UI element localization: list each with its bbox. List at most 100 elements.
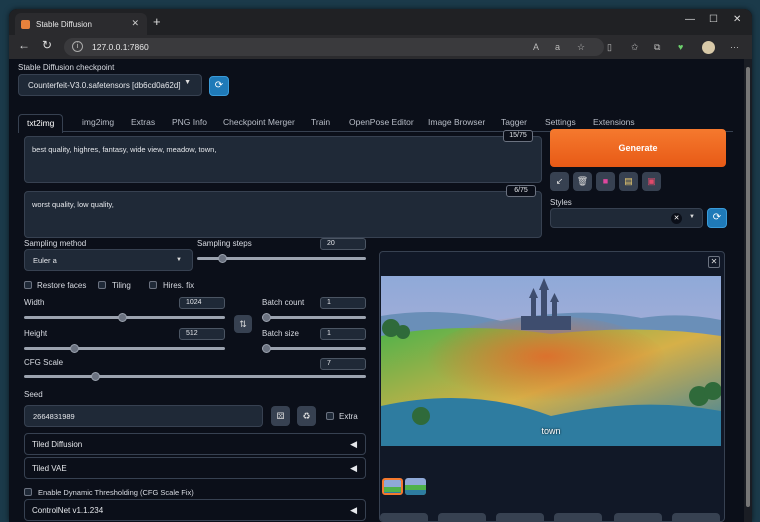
url-text: 127.0.0.1:7860 bbox=[92, 42, 149, 52]
tiling-checkbox[interactable] bbox=[98, 281, 106, 289]
slider-handle[interactable] bbox=[262, 313, 271, 322]
browser-essentials-icon[interactable]: ♥ bbox=[678, 42, 683, 52]
sampling-steps-slider[interactable] bbox=[197, 254, 366, 263]
gallery-action-button[interactable] bbox=[380, 513, 428, 521]
refresh-icon[interactable]: ↻ bbox=[42, 38, 52, 52]
chevron-down-icon: ▼ bbox=[184, 79, 191, 86]
batch-count-input[interactable]: 1 bbox=[320, 297, 366, 309]
controlnet-label: ControlNet v1.1.234 bbox=[32, 506, 104, 515]
generate-button[interactable]: Generate bbox=[550, 129, 726, 167]
gallery-action-button[interactable] bbox=[438, 513, 486, 521]
refresh-styles-button[interactable]: ⟳ bbox=[707, 208, 727, 228]
height-input[interactable]: 512 bbox=[179, 328, 225, 340]
slider-handle[interactable] bbox=[217, 254, 227, 263]
tiled-diffusion-accordion[interactable]: Tiled Diffusion ◀ bbox=[24, 433, 366, 455]
maximize-button[interactable]: ☐ bbox=[709, 14, 718, 25]
dynamic-thresholding-checkbox[interactable] bbox=[24, 488, 32, 496]
tab-settings[interactable]: Settings bbox=[545, 117, 576, 127]
clipboard-icon[interactable]: ▤ bbox=[619, 172, 638, 191]
cfg-scale-input[interactable]: 7 bbox=[320, 358, 366, 370]
height-slider[interactable] bbox=[24, 344, 225, 353]
styles-dropdown[interactable]: ✕ ▼ bbox=[550, 208, 703, 228]
tab-checkpoint-merger[interactable]: Checkpoint Merger bbox=[223, 117, 295, 127]
tab-img2img[interactable]: img2img bbox=[82, 117, 114, 127]
width-input[interactable]: 1024 bbox=[179, 297, 225, 309]
gallery-action-button[interactable] bbox=[614, 513, 662, 521]
profile-avatar[interactable] bbox=[702, 41, 715, 54]
sampling-method-label: Sampling method bbox=[24, 239, 87, 248]
controlnet-accordion[interactable]: ControlNet v1.1.234 ◀ bbox=[24, 499, 366, 521]
tab-tagger[interactable]: Tagger bbox=[501, 117, 527, 127]
gallery-action-button[interactable] bbox=[554, 513, 602, 521]
tab-extras[interactable]: Extras bbox=[131, 117, 155, 127]
favorite-star-icon[interactable]: ☆ bbox=[577, 42, 585, 53]
batch-size-slider[interactable] bbox=[262, 344, 366, 353]
extra-seed-checkbox[interactable] bbox=[326, 412, 334, 420]
sampling-method-dropdown[interactable]: Euler a ▼ bbox=[24, 249, 193, 271]
read-aloud-icon[interactable]: A bbox=[533, 42, 539, 52]
refresh-checkpoint-button[interactable]: ⟳ bbox=[209, 76, 229, 96]
thumbnail-image bbox=[384, 480, 401, 493]
tab-openpose-editor[interactable]: OpenPose Editor bbox=[349, 117, 414, 127]
title-bar: Stable Diffusion ✕ + — ☐ ✕ bbox=[9, 9, 752, 35]
restore-faces-checkbox[interactable] bbox=[24, 281, 32, 289]
gallery-thumbnail[interactable] bbox=[405, 478, 426, 495]
gallery-action-button[interactable] bbox=[496, 513, 544, 521]
read-params-icon[interactable]: ↙ bbox=[550, 172, 569, 191]
thumbnail-image bbox=[405, 478, 426, 495]
tiled-vae-accordion[interactable]: Tiled VAE ◀ bbox=[24, 457, 366, 479]
batch-count-slider[interactable] bbox=[262, 313, 366, 322]
slider-handle[interactable] bbox=[70, 344, 80, 353]
translate-icon[interactable]: a bbox=[555, 42, 560, 52]
height-label: Height bbox=[24, 329, 48, 338]
close-icon[interactable]: ✕ bbox=[708, 256, 720, 268]
close-window-button[interactable]: ✕ bbox=[733, 14, 741, 25]
page-scrollbar[interactable] bbox=[744, 59, 752, 522]
tab-train[interactable]: Train bbox=[311, 117, 330, 127]
tab-txt2img[interactable]: txt2img bbox=[18, 114, 64, 133]
save-style-icon[interactable]: ▣ bbox=[642, 172, 661, 191]
cfg-scale-slider[interactable] bbox=[24, 372, 366, 381]
gallery-action-button[interactable] bbox=[672, 513, 720, 521]
browser-tab[interactable]: Stable Diffusion ✕ bbox=[15, 13, 147, 35]
scrollbar-thumb[interactable] bbox=[746, 67, 750, 507]
seed-input[interactable]: 2664831989 bbox=[24, 405, 263, 427]
close-tab-icon[interactable]: ✕ bbox=[131, 18, 139, 29]
gallery-thumbnail[interactable] bbox=[382, 478, 403, 495]
minimize-button[interactable]: — bbox=[685, 14, 695, 25]
checkpoint-dropdown[interactable]: Counterfeit-V3.0.safetensors [db6cd0a62d… bbox=[18, 74, 202, 96]
fantasy-landscape-image bbox=[381, 276, 721, 446]
split-screen-icon[interactable]: ▯ bbox=[607, 42, 612, 53]
more-menu-icon[interactable]: ⋯ bbox=[730, 42, 739, 53]
tab-extensions[interactable]: Extensions bbox=[593, 117, 635, 127]
tiled-vae-label: Tiled VAE bbox=[32, 464, 67, 473]
generated-image[interactable]: town bbox=[381, 276, 721, 446]
collections-icon[interactable]: ⧉ bbox=[654, 42, 660, 53]
new-tab-button[interactable]: + bbox=[153, 14, 161, 29]
reuse-seed-recycle-icon[interactable]: ♻ bbox=[297, 406, 316, 426]
tab-png-info[interactable]: PNG Info bbox=[172, 117, 207, 127]
trash-icon[interactable]: 🗑 bbox=[573, 172, 592, 191]
slider-handle[interactable] bbox=[262, 344, 271, 353]
random-seed-dice-icon[interactable]: ⚄ bbox=[271, 406, 290, 426]
image-caption: town bbox=[541, 426, 561, 436]
tiling-label: Tiling bbox=[112, 281, 131, 290]
slider-handle[interactable] bbox=[118, 313, 128, 322]
site-info-icon[interactable]: i bbox=[72, 41, 83, 52]
slider-handle[interactable] bbox=[90, 372, 100, 381]
width-slider[interactable] bbox=[24, 313, 225, 322]
extra-networks-icon[interactable]: ■ bbox=[596, 172, 615, 191]
favorites-icon[interactable]: ✩ bbox=[631, 42, 639, 53]
prompt-input[interactable]: best quality, highres, fantasy, wide vie… bbox=[24, 136, 542, 183]
clear-styles-icon[interactable]: ✕ bbox=[671, 213, 682, 224]
batch-size-input[interactable]: 1 bbox=[320, 328, 366, 340]
back-arrow-icon[interactable]: ← bbox=[18, 38, 30, 52]
url-field[interactable]: i 127.0.0.1:7860 bbox=[64, 38, 604, 56]
sampling-steps-input[interactable]: 20 bbox=[320, 238, 366, 250]
negative-prompt-input[interactable]: worst quality, low quality, bbox=[24, 191, 542, 238]
dynamic-thresholding-label: Enable Dynamic Thresholding (CFG Scale F… bbox=[38, 488, 194, 497]
batch-size-label: Batch size bbox=[262, 329, 299, 338]
tab-image-browser[interactable]: Image Browser bbox=[428, 117, 485, 127]
hires-fix-checkbox[interactable] bbox=[149, 281, 157, 289]
swap-dimensions-button[interactable]: ⇅ bbox=[234, 315, 252, 333]
